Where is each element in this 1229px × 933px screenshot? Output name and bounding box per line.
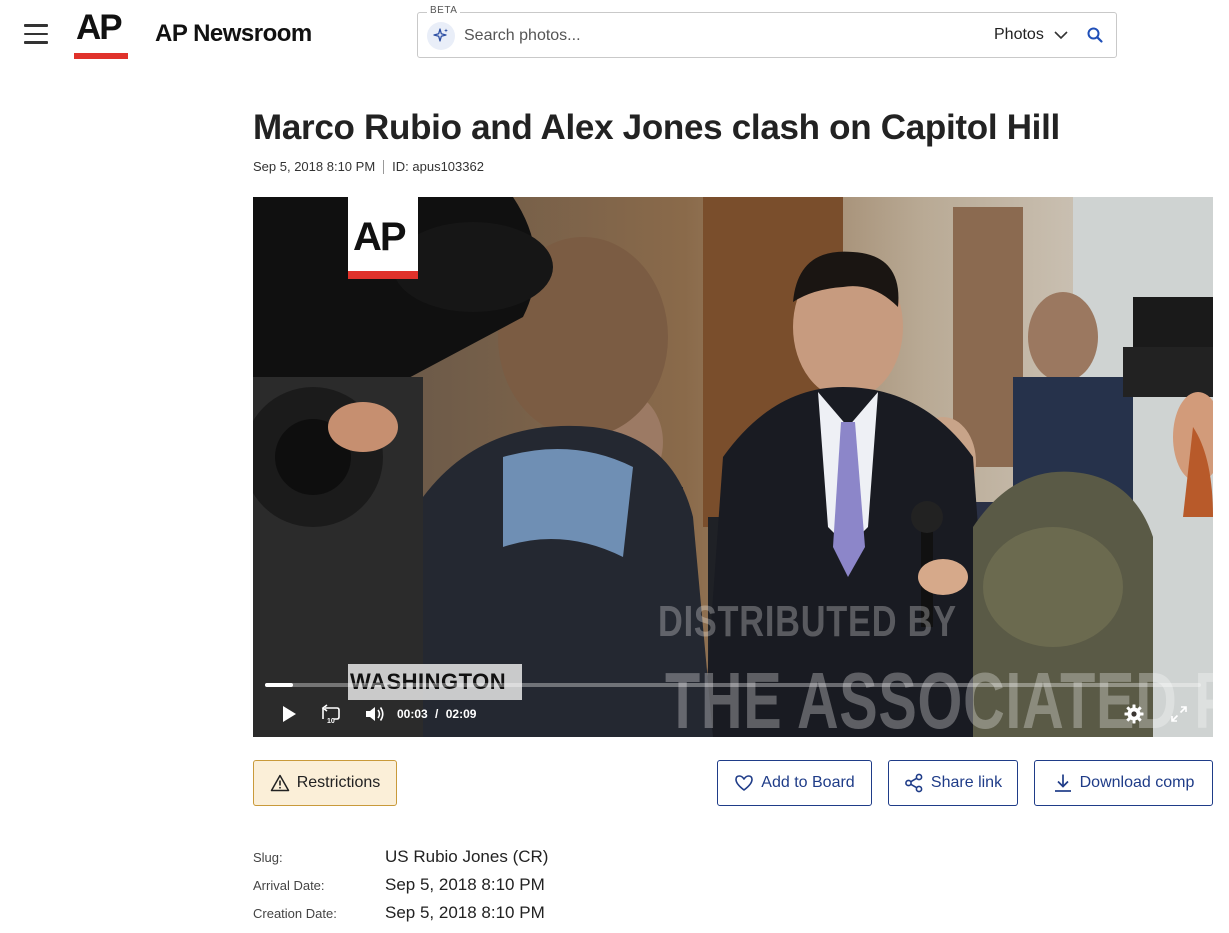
video-progress-fill <box>265 683 294 687</box>
watermark-distributed: DISTRIBUTED BY <box>658 597 957 646</box>
replay-10-icon[interactable]: 10 <box>319 703 343 725</box>
ap-logo[interactable]: AP <box>74 8 128 59</box>
detail-row-creation-date: Creation Date: Sep 5, 2018 8:10 PM <box>253 903 545 923</box>
play-icon[interactable] <box>279 703 299 725</box>
detail-row-arrival-date: Arrival Date: Sep 5, 2018 8:10 PM <box>253 875 545 895</box>
detail-value: Sep 5, 2018 8:10 PM <box>385 903 545 922</box>
search-icon[interactable] <box>1086 26 1106 46</box>
detail-row-slug: Slug: US Rubio Jones (CR) <box>253 847 548 867</box>
meta-divider <box>383 159 385 174</box>
search-scope-label: Photos <box>994 26 1044 43</box>
video-progress-bar[interactable] <box>265 683 1201 687</box>
search-input[interactable] <box>464 25 944 47</box>
duration: 02:09 <box>445 707 477 721</box>
ap-logo-text: AP <box>76 8 123 47</box>
download-comp-label: Download comp <box>1079 774 1195 791</box>
fullscreen-icon[interactable] <box>1168 703 1190 725</box>
detail-value: Sep 5, 2018 8:10 PM <box>385 875 545 894</box>
current-time: 00:03 <box>397 707 428 721</box>
time-separator: / <box>435 707 439 721</box>
video-ap-logo-text: AP <box>353 215 407 259</box>
location-caption: WASHINGTON <box>348 664 522 700</box>
add-to-board-button[interactable]: Add to Board <box>717 760 872 806</box>
add-to-board-label: Add to Board <box>761 774 855 791</box>
replay-10-label: 10 <box>327 718 335 724</box>
settings-gear-icon[interactable] <box>1123 703 1145 725</box>
video-ap-logo: AP <box>348 197 418 279</box>
volume-icon[interactable] <box>363 703 387 725</box>
brand-name[interactable]: AP Newsroom <box>155 20 312 48</box>
restrictions-label: Restrictions <box>296 774 381 791</box>
page-title: Marco Rubio and Alex Jones clash on Capi… <box>253 108 1060 147</box>
video-time-readout: 00:03 / 02:09 <box>397 707 476 721</box>
video-player[interactable]: DISTRIBUTED BY THE ASSOCIATED PRESS AP W… <box>253 197 1213 737</box>
download-comp-button[interactable]: Download comp <box>1034 760 1213 806</box>
search-scope-dropdown[interactable]: Photos <box>994 26 1068 44</box>
article-id: ID: apus103362 <box>392 159 484 174</box>
video-ap-logo-bar <box>348 271 418 279</box>
search-bar: BETA Photos <box>417 5 1117 58</box>
article-date: Sep 5, 2018 8:10 PM <box>253 159 376 174</box>
restrictions-button[interactable]: Restrictions <box>253 760 397 806</box>
article-meta: Sep 5, 2018 8:10 PM ID: apus103362 <box>253 159 484 174</box>
detail-label: Creation Date: <box>253 906 337 921</box>
share-link-button[interactable]: Share link <box>888 760 1018 806</box>
download-icon <box>1054 774 1071 792</box>
detail-label: Slug: <box>253 850 283 865</box>
share-link-label: Share link <box>930 774 1003 791</box>
ai-sparkle-icon <box>427 22 455 50</box>
top-header: AP AP Newsroom BETA Photos <box>0 0 1229 72</box>
chevron-down-icon <box>1054 31 1068 40</box>
detail-label: Arrival Date: <box>253 878 325 893</box>
heart-icon <box>735 775 754 791</box>
warning-icon <box>270 774 289 792</box>
menu-icon[interactable] <box>24 24 48 46</box>
share-icon <box>905 773 923 793</box>
beta-badge: BETA <box>427 5 461 16</box>
detail-value: US Rubio Jones (CR) <box>385 847 549 866</box>
ap-logo-bar <box>74 53 128 59</box>
